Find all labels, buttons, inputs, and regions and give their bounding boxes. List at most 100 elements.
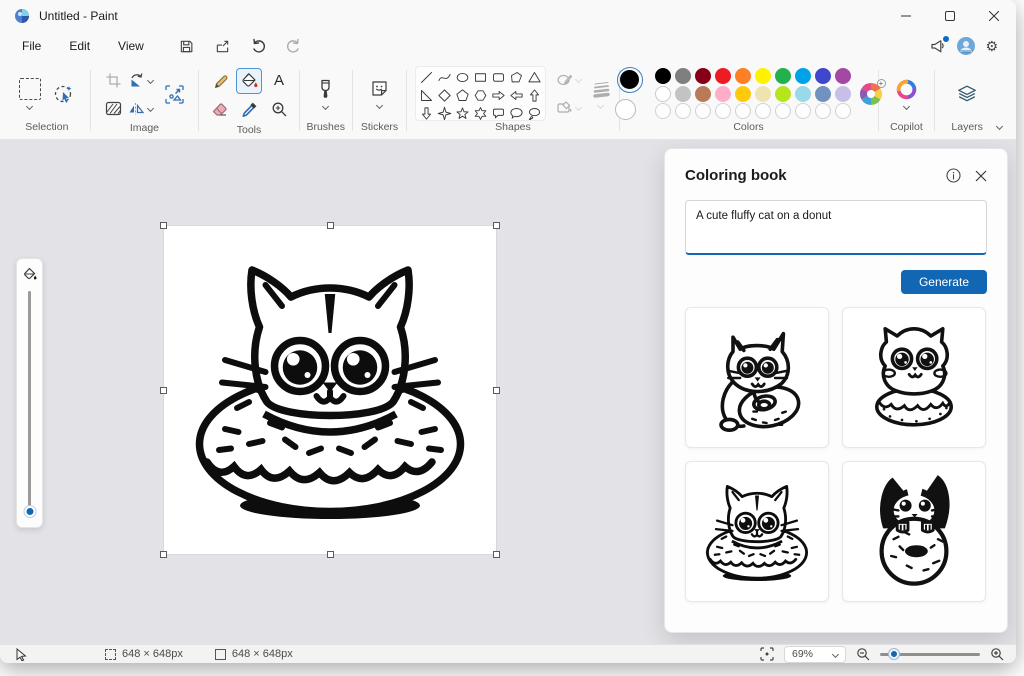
shape-arrow-right-icon[interactable] [490, 87, 507, 104]
close-button[interactable] [972, 0, 1016, 32]
shape-curve-icon[interactable] [436, 69, 453, 86]
shape-hexagon-icon[interactable] [472, 87, 489, 104]
shape-oval-speech-icon[interactable] [508, 105, 525, 120]
edit-colors-wheel-icon[interactable]: + [859, 78, 886, 106]
zoom-slider-thumb[interactable] [889, 649, 899, 659]
selection-handle-se[interactable] [493, 551, 500, 558]
generate-button[interactable]: Generate [900, 270, 987, 294]
thumbnail-option-2[interactable] [842, 307, 986, 448]
layers-icon[interactable] [956, 83, 978, 105]
color-swatch[interactable] [754, 85, 771, 102]
save-button[interactable] [172, 34, 202, 58]
empty-color-slot[interactable] [814, 103, 831, 119]
empty-color-slot[interactable] [834, 103, 851, 119]
empty-color-slot[interactable] [654, 103, 671, 119]
brushes-tool[interactable] [318, 79, 333, 99]
fill-dropdown-chevron-icon[interactable] [574, 103, 582, 112]
text-tool[interactable]: A [266, 68, 292, 94]
selection-handle-nw[interactable] [160, 222, 167, 229]
minimize-button[interactable] [884, 0, 928, 32]
shape-rounded-rectangle-icon[interactable] [490, 69, 507, 86]
panel-close-icon[interactable] [975, 170, 987, 182]
shape-right-triangle-icon[interactable] [418, 87, 435, 104]
selection-handle-s[interactable] [327, 551, 334, 558]
brushes-dropdown-chevron-icon[interactable] [322, 102, 330, 110]
selection-handle-ne[interactable] [493, 222, 500, 229]
zoom-slider[interactable] [880, 649, 980, 659]
maximize-button[interactable] [928, 0, 972, 32]
zoom-out-icon[interactable] [856, 647, 870, 661]
color-swatch[interactable] [714, 68, 731, 84]
fill-tool[interactable] [236, 67, 263, 94]
empty-color-slot[interactable] [774, 103, 791, 119]
canvas[interactable] [160, 222, 500, 558]
thumbnail-option-1[interactable] [685, 307, 829, 448]
shape-star-six-icon[interactable] [472, 105, 489, 120]
copilot-dropdown-chevron-icon[interactable] [902, 102, 910, 110]
magnifier-tool[interactable] [266, 97, 292, 123]
selection-handle-sw[interactable] [160, 551, 167, 558]
eraser-tool[interactable] [206, 97, 232, 123]
shape-pentagon-icon[interactable] [454, 87, 471, 104]
foreground-color-swatch[interactable] [616, 66, 643, 93]
shape-outline-tool[interactable] [556, 71, 573, 88]
shape-arrow-left-icon[interactable] [508, 87, 525, 104]
color-swatch[interactable] [834, 85, 851, 102]
stickers-dropdown-chevron-icon[interactable] [375, 101, 384, 110]
color-swatch[interactable] [694, 85, 711, 102]
flip-tool[interactable] [128, 100, 145, 117]
shape-star-five-icon[interactable] [454, 105, 471, 120]
shape-speech-bubble-icon[interactable] [490, 105, 507, 120]
menu-file[interactable]: File [8, 35, 55, 57]
resize-image-tool[interactable] [161, 81, 187, 107]
prompt-input[interactable] [685, 200, 987, 255]
empty-color-slot[interactable] [754, 103, 771, 119]
flip-dropdown-chevron-icon[interactable] [146, 104, 154, 112]
color-swatch[interactable] [674, 85, 691, 102]
shape-triangle-icon[interactable] [526, 69, 543, 86]
empty-color-slot[interactable] [674, 103, 691, 119]
color-swatch[interactable] [794, 68, 811, 84]
shape-oval-icon[interactable] [454, 69, 471, 86]
thumbnail-option-3[interactable] [685, 461, 829, 602]
color-swatch[interactable] [794, 85, 811, 102]
settings-gear-icon[interactable]: ⚙ [985, 38, 998, 55]
color-swatch[interactable] [734, 68, 751, 84]
thickness-tool[interactable] [591, 80, 611, 98]
crop-tool[interactable] [105, 72, 122, 89]
color-swatch[interactable] [674, 68, 691, 84]
selection-handle-w[interactable] [160, 387, 167, 394]
zoom-in-icon[interactable] [990, 647, 1004, 661]
redo-button[interactable] [278, 34, 308, 58]
empty-color-slot[interactable] [734, 103, 751, 119]
copilot-icon[interactable] [896, 79, 917, 100]
selection-dropdown-chevron-icon[interactable] [26, 102, 34, 111]
selection-handle-n[interactable] [327, 222, 334, 229]
color-swatch[interactable] [774, 68, 791, 84]
rectangle-select-tool[interactable] [18, 78, 41, 100]
shape-line-icon[interactable] [418, 69, 435, 86]
shape-star-four-icon[interactable] [436, 105, 453, 120]
outline-dropdown-chevron-icon[interactable] [574, 75, 582, 84]
shape-diamond-icon[interactable] [436, 87, 453, 104]
color-swatch[interactable] [774, 85, 791, 102]
thickness-dropdown-chevron-icon[interactable] [597, 101, 605, 109]
color-swatch[interactable] [814, 85, 831, 102]
color-swatch[interactable] [754, 68, 771, 84]
feedback-icon[interactable] [930, 36, 950, 54]
shape-rectangle-icon[interactable] [472, 69, 489, 86]
menu-view[interactable]: View [104, 35, 158, 57]
color-swatch[interactable] [814, 68, 831, 84]
background-color-swatch[interactable] [614, 98, 636, 120]
empty-color-slot[interactable] [794, 103, 811, 119]
color-swatch[interactable] [734, 85, 751, 102]
empty-color-slot[interactable] [714, 103, 731, 119]
info-icon[interactable] [946, 168, 961, 183]
fit-to-screen-icon[interactable] [760, 647, 774, 661]
magic-select-tool[interactable] [53, 83, 75, 105]
shape-arrow-down-icon[interactable] [418, 105, 435, 120]
shape-arrow-up-icon[interactable] [526, 87, 543, 104]
remove-background-tool[interactable] [105, 100, 122, 117]
shape-fill-tool[interactable] [556, 99, 573, 116]
thumbnail-option-4[interactable] [842, 461, 986, 602]
